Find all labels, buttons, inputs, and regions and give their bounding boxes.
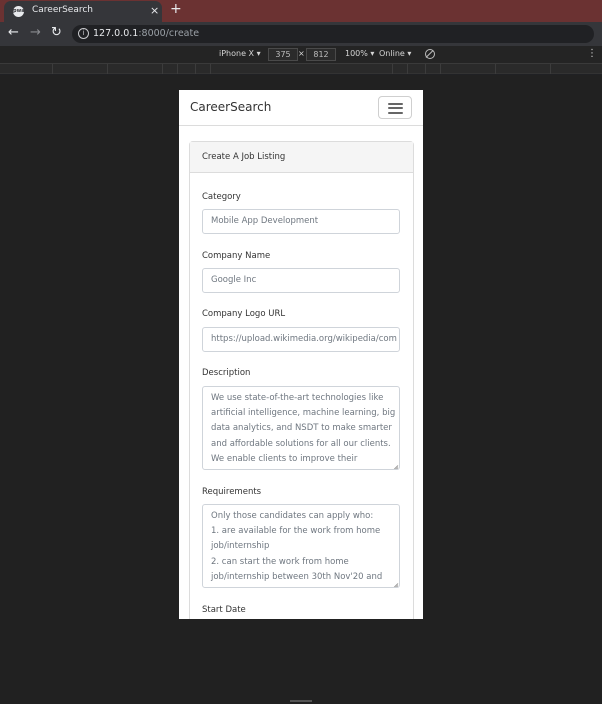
description-line: data analytics, and NSDT to make smarter (211, 423, 392, 434)
requirements-label: Requirements (202, 487, 262, 497)
device-height-input[interactable]: 812 (306, 48, 336, 61)
device-select[interactable]: iPhone X ▾ (219, 49, 261, 58)
start-date-label: Start Date (202, 605, 246, 615)
hamburger-menu-button[interactable] (378, 96, 412, 119)
resize-grip-icon[interactable] (392, 462, 398, 468)
category-label: Category (202, 192, 241, 202)
resize-grip-icon[interactable] (392, 580, 398, 586)
reload-icon[interactable]: ↻ (51, 25, 62, 40)
favicon-icon: pwa (13, 6, 25, 17)
requirements-line: 2. can start the work from home (211, 556, 349, 567)
more-options-icon[interactable]: ⋮ (587, 48, 597, 59)
device-toolbar: iPhone X ▾ 375 × 812 100% ▾ Online ▾ ⋮ (0, 46, 602, 64)
requirements-line: job/internship between 30th Nov'20 and (211, 571, 383, 582)
media-query-ruler (0, 64, 602, 74)
network-select[interactable]: Online ▾ (379, 49, 411, 58)
url-path: :8000/create (138, 28, 200, 39)
requirements-textarea[interactable]: Only those candidates can apply who: 1. … (202, 504, 400, 588)
company-name-input[interactable]: Google Inc (202, 268, 400, 293)
forward-arrow-icon[interactable]: → (30, 25, 41, 40)
logo-url-input[interactable]: https://upload.wikimedia.org/wikipedia/c… (202, 327, 400, 352)
site-info-icon[interactable]: i (78, 28, 89, 39)
description-line: We use state-of-the-art technologies lik… (211, 393, 384, 403)
company-name-label: Company Name (202, 251, 271, 261)
category-input[interactable]: Mobile App Development (202, 209, 400, 234)
resize-handle[interactable] (290, 700, 312, 702)
description-line: artificial intelligence, machine learnin… (211, 408, 396, 419)
new-tab-icon[interactable]: + (170, 1, 182, 17)
card-header: Create A Job Listing (190, 142, 413, 173)
logo-url-label: Company Logo URL (202, 309, 286, 319)
address-toolbar: ← → ↻ i 127.0.0.1:8000/create (0, 22, 602, 46)
requirements-line: Only those candidates can apply who: (211, 511, 374, 521)
browser-tab[interactable]: pwa CareerSearch × (4, 1, 162, 22)
brand-link[interactable]: CareerSearch (190, 100, 271, 114)
dimension-separator: × (298, 49, 305, 58)
requirements-line: 1. are available for the work from home (211, 526, 381, 537)
description-line: We enable clients to improve their (211, 453, 358, 464)
tab-title: CareerSearch (32, 5, 93, 15)
address-bar[interactable]: i 127.0.0.1:8000/create (72, 25, 594, 43)
card-title: Create A Job Listing (202, 152, 286, 162)
back-arrow-icon[interactable]: ← (8, 25, 19, 40)
tab-strip: pwa CareerSearch × + (0, 0, 602, 22)
emulated-page: CareerSearch Create A Job Listing Catego… (179, 90, 423, 619)
url-host: 127.0.0.1 (93, 28, 139, 39)
description-label: Description (202, 368, 251, 378)
description-line: and affordable solutions for all our cli… (211, 438, 391, 449)
rotate-icon[interactable] (425, 49, 435, 59)
description-textarea[interactable]: We use state-of-the-art technologies lik… (202, 386, 400, 470)
close-tab-icon[interactable]: × (150, 4, 159, 17)
navbar: CareerSearch (179, 90, 423, 126)
url-text[interactable]: 127.0.0.1:8000/create (93, 28, 199, 39)
zoom-select[interactable]: 100% ▾ (345, 49, 374, 58)
requirements-line: job/internship (211, 541, 270, 552)
device-width-input[interactable]: 375 (268, 48, 298, 61)
